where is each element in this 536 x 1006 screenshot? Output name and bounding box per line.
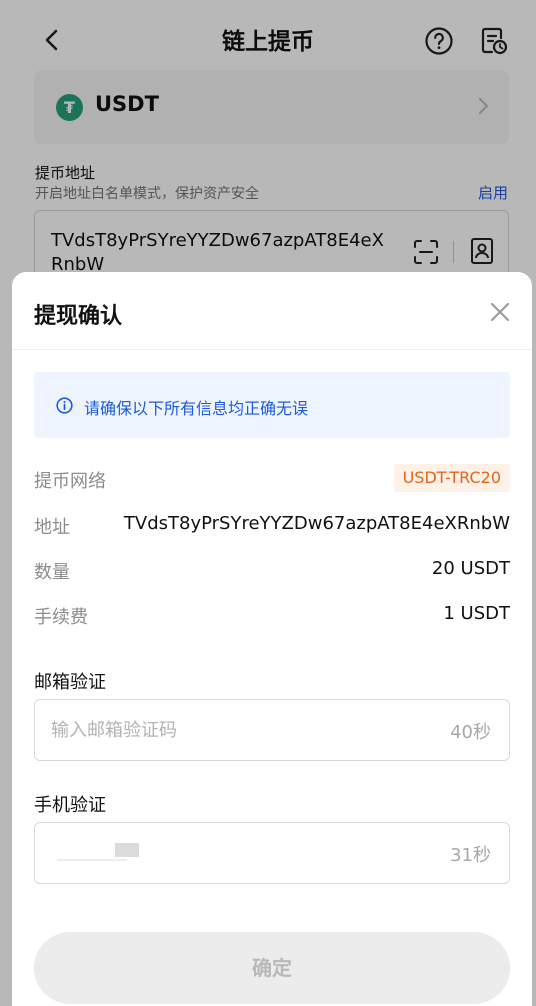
confirm-button[interactable]: 确定 [34, 932, 510, 1004]
sheet-title: 提现确认 [34, 304, 123, 329]
close-icon[interactable] [489, 301, 511, 323]
email-verify-label: 邮箱验证 [34, 672, 106, 693]
amount-value: 20 USDT [431, 558, 510, 579]
info-icon [56, 397, 73, 414]
email-code-timer[interactable]: 40秒 [450, 718, 491, 744]
address-row-value: TVdsT8yPrSYreYYZDw67azpAT8E4eXRnbW [123, 513, 510, 534]
notice-banner: 请确保以下所有信息均正确无误 [34, 372, 510, 438]
network-label: 提币网络 [34, 471, 106, 492]
address-row-label: 地址 [34, 517, 70, 538]
phone-verify-label: 手机验证 [34, 795, 106, 816]
redacted-block [115, 843, 139, 857]
fee-row: 手续费 1 USDT [34, 600, 510, 630]
email-code-field[interactable]: 40秒 [34, 699, 510, 761]
phone-code-timer[interactable]: 31秒 [450, 841, 491, 867]
withdraw-confirm-sheet: 提现确认 请确保以下所有信息均正确无误 提币网络 USDT-TRC20 地址 T… [12, 272, 532, 1006]
amount-label: 数量 [34, 562, 70, 583]
amount-row: 数量 20 USDT [34, 555, 510, 585]
redacted-mark [57, 859, 127, 861]
fee-value: 1 USDT [443, 603, 510, 624]
fee-label: 手续费 [34, 607, 88, 628]
email-code-input[interactable] [51, 700, 411, 760]
network-badge: USDT-TRC20 [393, 464, 510, 492]
network-row: 提币网络 USDT-TRC20 [34, 464, 510, 494]
notice-text: 请确保以下所有信息均正确无误 [84, 399, 309, 418]
sheet-divider [12, 349, 532, 350]
phone-code-field[interactable]: 31秒 [34, 822, 510, 884]
address-row: 地址 TVdsT8yPrSYreYYZDw67azpAT8E4eXRnbW [34, 510, 510, 540]
